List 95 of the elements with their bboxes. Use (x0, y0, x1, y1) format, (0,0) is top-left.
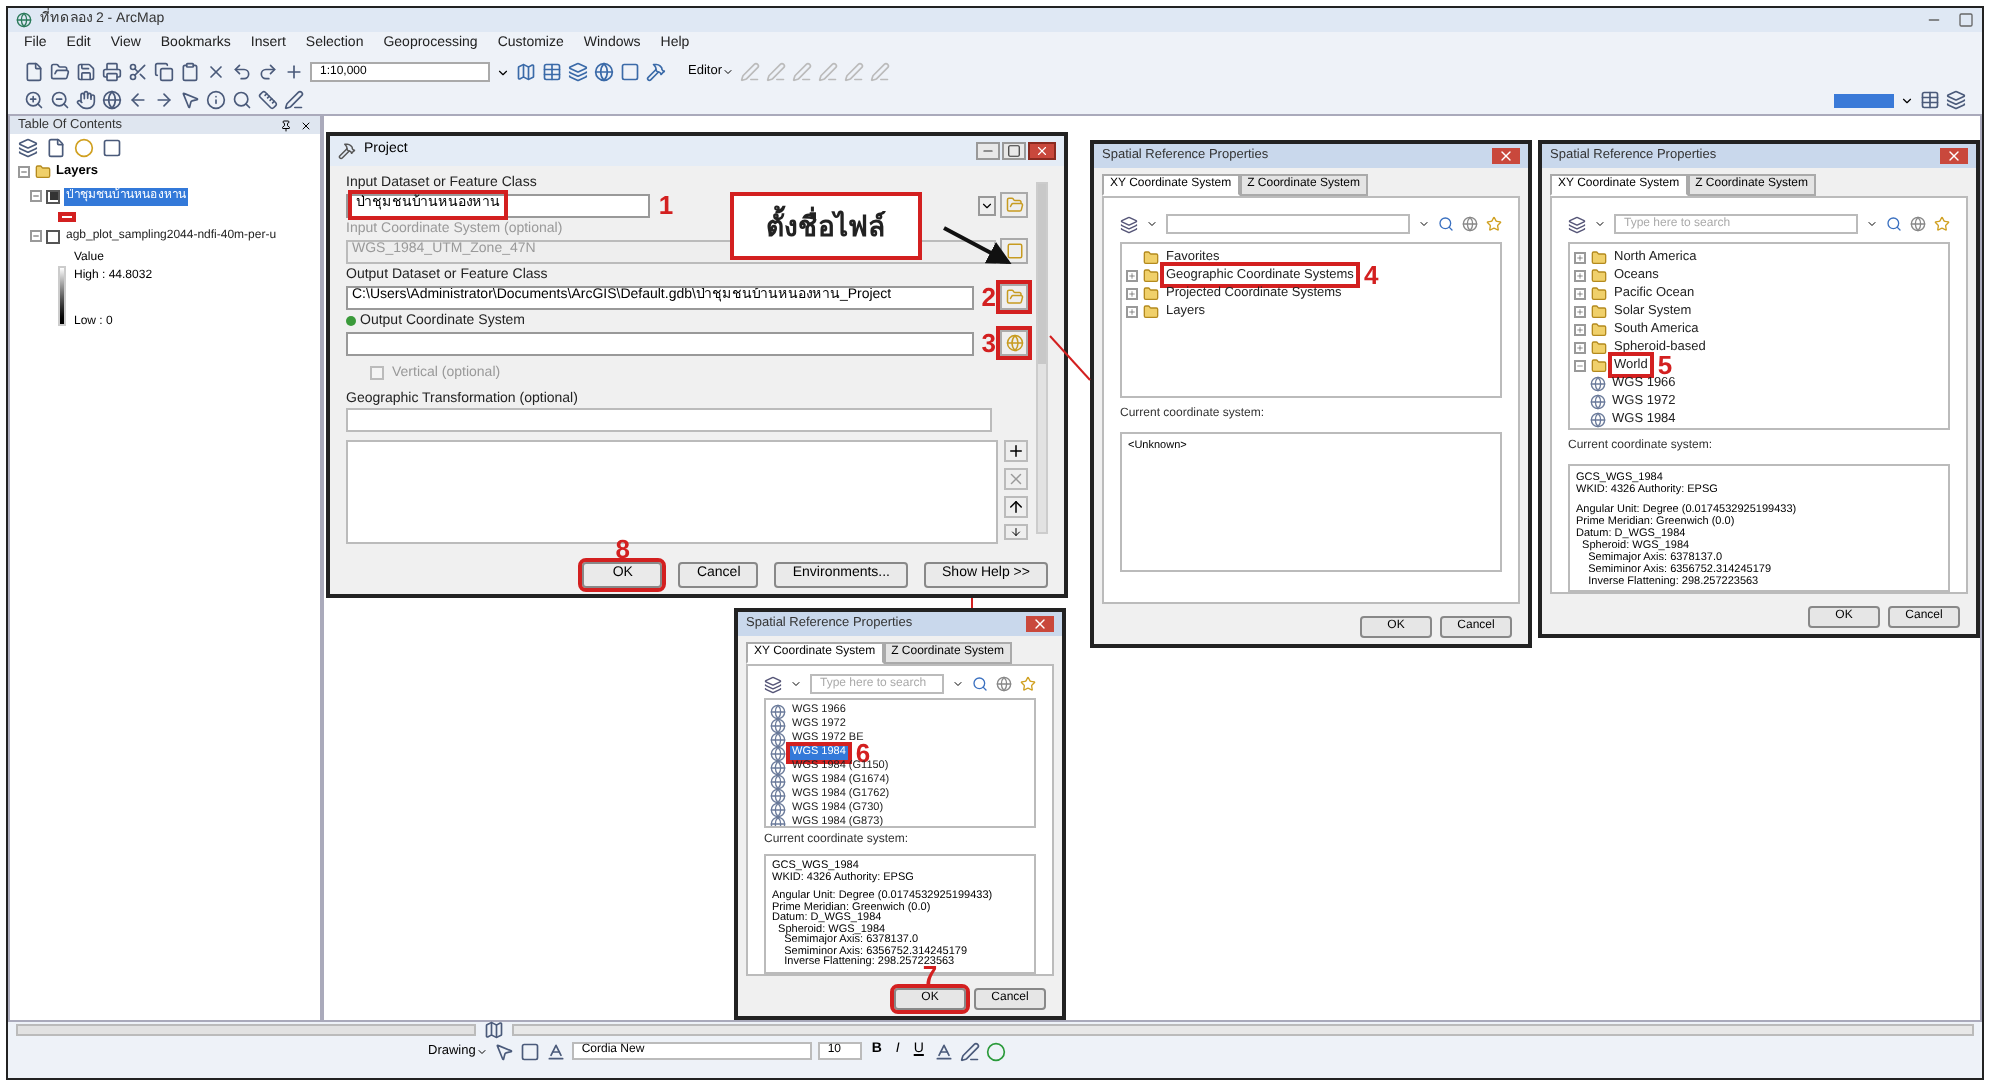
rectangle-icon[interactable] (519, 1041, 540, 1061)
scrollbar[interactable] (1036, 182, 1048, 534)
expand-icon[interactable] (1574, 323, 1586, 335)
step-number: 4 (1361, 262, 1381, 288)
connector-line (1049, 335, 1091, 381)
zoom-in-icon[interactable] (24, 90, 44, 110)
printer-icon[interactable] (102, 62, 122, 82)
step-number: 8 (613, 536, 632, 562)
color-swatch[interactable] (1834, 93, 1894, 107)
layers-icon[interactable] (568, 62, 588, 82)
globe-icon[interactable] (1462, 216, 1478, 232)
folder-icon[interactable] (50, 62, 70, 82)
dropdown-icon[interactable] (496, 65, 510, 79)
file-icon[interactable] (24, 62, 44, 82)
step-number: 1 (656, 192, 676, 218)
layer-checkbox[interactable] (46, 189, 60, 204)
hammer-icon (338, 142, 356, 160)
arrow (943, 226, 1012, 264)
expand-icon[interactable] (1574, 305, 1586, 317)
input-field[interactable] (346, 331, 974, 355)
expand-icon[interactable] (1126, 287, 1138, 299)
globe-icon (1005, 334, 1023, 352)
pen-icon[interactable] (284, 90, 304, 110)
pointer-icon[interactable] (180, 90, 200, 110)
step-number: 3 (979, 330, 998, 356)
pan-icon[interactable] (76, 90, 96, 110)
step-number: 2 (979, 284, 998, 310)
collapse-icon[interactable] (30, 230, 42, 243)
add-data-icon[interactable] (284, 62, 304, 82)
expand-icon[interactable] (1126, 269, 1138, 281)
undo-icon[interactable] (232, 62, 252, 82)
scrollbar[interactable] (512, 1024, 1974, 1036)
folder-icon (1005, 288, 1023, 306)
connector-line (971, 597, 973, 609)
table-icon[interactable] (542, 62, 562, 82)
properties-icon (1005, 242, 1023, 260)
caret-icon (475, 1045, 488, 1057)
pin-icon[interactable] (280, 119, 292, 131)
expand-icon[interactable] (1126, 305, 1138, 317)
dropdown-icon[interactable] (978, 195, 997, 215)
close-icon[interactable] (1028, 142, 1056, 160)
step-number: 7 (922, 962, 938, 988)
globe-icon[interactable] (1910, 216, 1926, 232)
globe-icon[interactable] (996, 676, 1012, 692)
dropdown-icon[interactable] (1900, 93, 1914, 107)
pointer-icon[interactable] (493, 1041, 514, 1061)
delete-icon[interactable] (206, 62, 226, 82)
maximize-icon[interactable] (1002, 142, 1026, 160)
map-icon[interactable] (516, 62, 536, 82)
globe-icon[interactable] (594, 62, 614, 82)
callout-text: ตั้งชื่อไฟล์ (766, 205, 886, 245)
window-icon[interactable] (620, 62, 640, 82)
redo-icon[interactable] (258, 62, 278, 82)
find-icon[interactable] (232, 90, 252, 110)
layer-checkbox[interactable] (46, 229, 60, 244)
expand-icon[interactable] (1574, 251, 1586, 263)
search-icon[interactable] (1438, 216, 1454, 232)
polygon-symbol (58, 211, 76, 222)
move-down-icon[interactable] (1004, 524, 1028, 540)
save-icon[interactable] (76, 62, 96, 82)
collapse-icon[interactable] (1574, 359, 1586, 371)
layers-icon (34, 163, 52, 180)
collapse-icon[interactable] (30, 190, 42, 203)
scrollbar[interactable] (16, 1024, 476, 1036)
app-icon (16, 12, 32, 28)
line-color-icon[interactable] (959, 1041, 980, 1061)
ruler-icon[interactable] (258, 90, 278, 110)
hammer-icon[interactable] (646, 62, 666, 82)
expand-icon[interactable] (1574, 269, 1586, 281)
info-icon[interactable] (206, 90, 226, 110)
paste-icon[interactable] (180, 62, 200, 82)
layers-icon[interactable] (1946, 90, 1966, 110)
close-icon[interactable] (300, 119, 312, 131)
caret-icon (721, 66, 734, 78)
zoom-out-icon[interactable] (50, 90, 70, 110)
copy-icon[interactable] (154, 62, 174, 82)
move-up-icon[interactable] (1004, 496, 1028, 518)
collapse-icon[interactable] (18, 165, 30, 178)
table-icon[interactable] (1920, 90, 1940, 110)
expand-icon[interactable] (1574, 341, 1586, 353)
back-icon[interactable] (128, 90, 148, 110)
search-icon[interactable] (972, 676, 988, 692)
search-icon[interactable] (1886, 216, 1902, 232)
font-color-icon[interactable] (933, 1041, 954, 1061)
forward-icon[interactable] (154, 90, 174, 110)
add-icon[interactable] (1004, 440, 1028, 462)
folder-icon (1005, 196, 1024, 214)
step-number: 5 (1657, 352, 1673, 378)
maximize-icon[interactable] (1958, 12, 1974, 28)
input-field[interactable] (346, 408, 992, 432)
cut-icon[interactable] (128, 62, 148, 82)
expand-icon[interactable] (1574, 287, 1586, 299)
search-field[interactable] (1166, 214, 1410, 234)
text-icon[interactable] (545, 1041, 566, 1061)
color-ramp (58, 265, 66, 326)
